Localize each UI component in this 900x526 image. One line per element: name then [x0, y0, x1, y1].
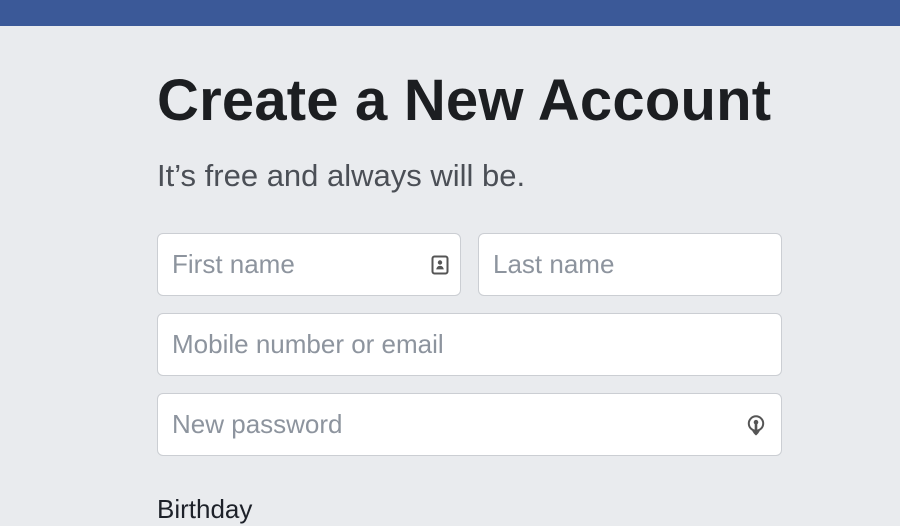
mobile-or-email-field[interactable] — [157, 313, 782, 376]
password-key-icon — [747, 415, 765, 436]
first-name-field[interactable] — [157, 233, 461, 296]
top-navigation-bar — [0, 0, 900, 26]
contact-card-icon — [431, 255, 449, 275]
page-subtitle: It’s free and always will be. — [157, 158, 526, 193]
signup-heading-group: Create a New Account It’s free and alway… — [157, 68, 797, 194]
first-name-input[interactable] — [172, 234, 422, 295]
new-password-field[interactable] — [157, 393, 782, 456]
new-password-input[interactable] — [172, 394, 742, 455]
last-name-input[interactable] — [493, 234, 769, 295]
page-title: Create a New Account — [157, 68, 772, 133]
last-name-field[interactable] — [478, 233, 782, 296]
mobile-or-email-input[interactable] — [172, 314, 768, 375]
birthday-label: Birthday — [157, 494, 253, 524]
